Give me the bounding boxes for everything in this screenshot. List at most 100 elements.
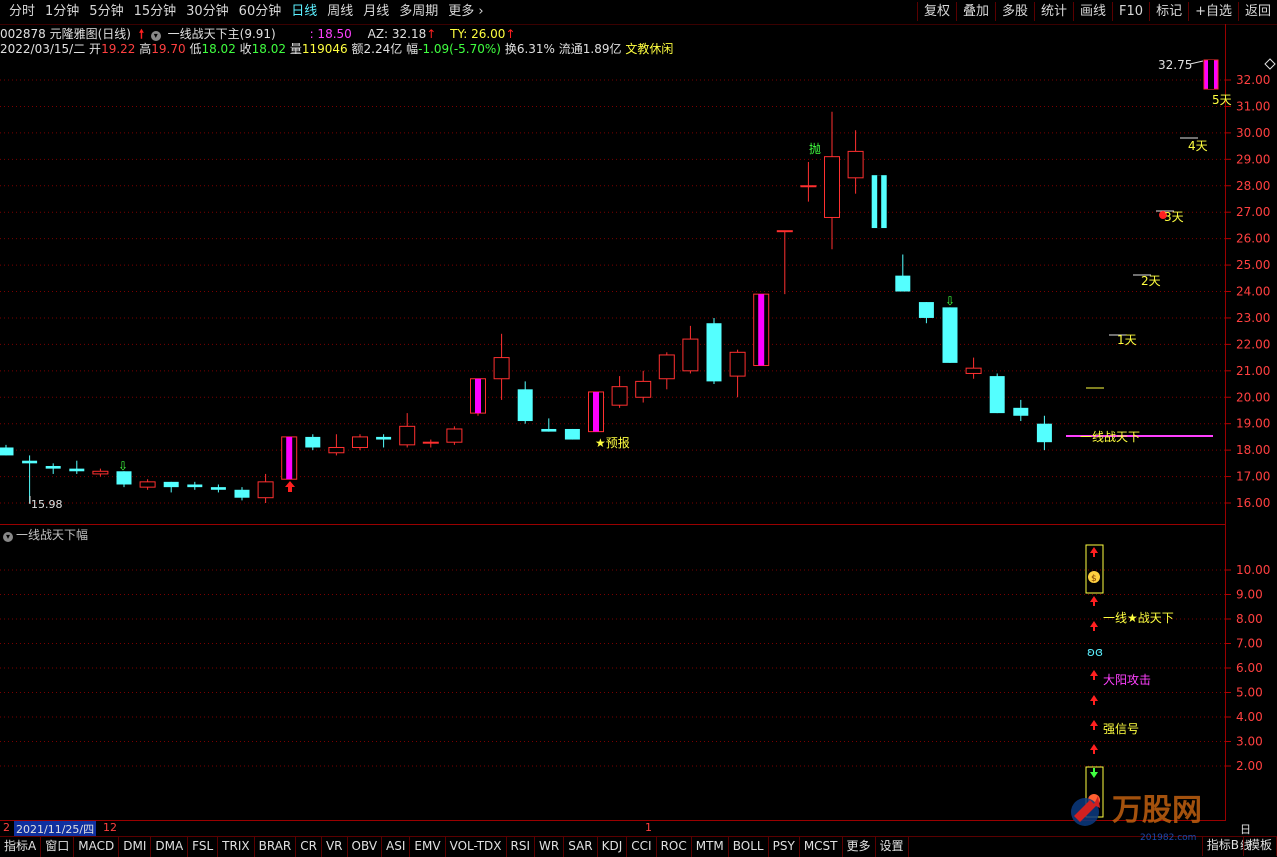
price-axis-label: 30.00 <box>1236 126 1270 140</box>
tab-indicator-a[interactable]: 指标A <box>0 837 42 857</box>
tab-dmi[interactable]: DMI <box>119 837 152 857</box>
draw-line-button[interactable]: 画线 <box>1073 2 1112 21</box>
adjust-button[interactable]: 复权 <box>916 2 956 21</box>
period-tab-monthly[interactable]: 月线 <box>358 3 394 21</box>
back-button[interactable]: 返回 <box>1237 2 1277 21</box>
statistics-button[interactable]: 统计 <box>1034 2 1073 21</box>
tab-boll[interactable]: BOLL <box>729 837 769 857</box>
candle-body <box>116 471 132 485</box>
tab-vol-tdx[interactable]: VOL-TDX <box>446 837 507 857</box>
day-label-1: 1天 <box>1117 333 1137 347</box>
candle-body <box>69 468 85 472</box>
tab-cci[interactable]: CCI <box>627 837 657 857</box>
candle-body <box>918 302 934 318</box>
tab-cr[interactable]: CR <box>296 837 322 857</box>
tab-rsi[interactable]: RSI <box>507 837 536 857</box>
tab-vr[interactable]: VR <box>322 837 348 857</box>
period-tab-daily[interactable]: 日线 <box>286 3 322 21</box>
candle-body <box>210 487 226 490</box>
tab-window[interactable]: 窗口 <box>41 837 75 857</box>
tab-mtm[interactable]: MTM <box>692 837 729 857</box>
up-arrow-icon <box>1090 596 1098 606</box>
candle-body <box>1036 423 1052 443</box>
tab-emv[interactable]: EMV <box>410 837 446 857</box>
overlay-button[interactable]: 叠加 <box>955 2 995 21</box>
candle-body <box>163 481 179 488</box>
tab-fsl[interactable]: FSL <box>188 837 219 857</box>
money-bag-symbol: $ <box>1091 574 1097 584</box>
candle-body <box>376 436 392 440</box>
tab-settings[interactable]: 设置 <box>876 837 909 857</box>
candle-body <box>1013 407 1029 416</box>
period-tab-multi[interactable]: 多周期 <box>394 3 443 21</box>
signal-label-strong: 强信号 <box>1103 722 1139 736</box>
period-tab-15min[interactable]: 15分钟 <box>129 3 182 21</box>
period-tab-60min[interactable]: 60分钟 <box>234 3 287 21</box>
period-toolbar: 分时 1分钟 5分钟 15分钟 30分钟 60分钟 日线 周线 月线 多周期 更… <box>0 0 1277 25</box>
tab-mcst[interactable]: MCST <box>800 837 843 857</box>
candle-body <box>139 481 156 488</box>
sell-signal-label: 抛 <box>809 141 821 156</box>
candle-body <box>635 380 652 398</box>
projection-candle-core <box>1208 60 1214 89</box>
period-tab-30min[interactable]: 30分钟 <box>181 3 234 21</box>
butterfly-icon: ʚɞ <box>1087 645 1103 659</box>
down-arrow-icon <box>1090 768 1098 778</box>
candle-body <box>611 386 628 406</box>
diamond-icon[interactable] <box>1264 58 1276 70</box>
up-arrow-icon <box>1090 744 1098 754</box>
sub-indicator-chart[interactable]: 10.009.008.007.006.005.004.003.002.00 $ … <box>0 524 1277 820</box>
period-tab-more[interactable]: 更多 › <box>443 3 488 21</box>
date-axis-month-1: 1 <box>645 821 652 834</box>
tab-more[interactable]: 更多 <box>843 837 876 857</box>
sub-axis-label: 2.00 <box>1236 759 1263 773</box>
date-axis: 2 2021/11/25/四 12 1 日线 <box>0 821 1251 852</box>
period-tab-fenshi[interactable]: 分时 <box>4 3 40 21</box>
tab-obv[interactable]: OBV <box>348 837 383 857</box>
add-watchlist-button[interactable]: +自选 <box>1188 2 1238 21</box>
candle-body <box>92 470 109 475</box>
day-label-4: 4天 <box>1188 139 1208 153</box>
multi-stock-button[interactable]: 多股 <box>994 2 1034 21</box>
candle-body <box>187 484 203 488</box>
candle-body <box>257 481 274 499</box>
tab-brar[interactable]: BRAR <box>255 837 297 857</box>
price-axis-label: 16.00 <box>1236 496 1270 510</box>
candle-body <box>0 447 14 456</box>
candle-body <box>989 376 1005 414</box>
mark-button[interactable]: 标记 <box>1149 2 1188 21</box>
candle-body <box>493 357 510 380</box>
tab-macd[interactable]: MACD <box>74 837 120 857</box>
sub-axis-label: 8.00 <box>1236 612 1263 626</box>
period-tab-1min[interactable]: 1分钟 <box>40 3 84 21</box>
candle-body <box>682 338 699 372</box>
buy-arrow-icon <box>285 481 295 492</box>
candlestick-chart[interactable]: 32.00 31.00 30.00 29.00 28.00 27.00 26.00 25.00… <box>0 24 1277 524</box>
signal-label-line: 一线★战天下 <box>1103 611 1174 625</box>
tab-sar[interactable]: SAR <box>564 837 598 857</box>
tab-dma[interactable]: DMA <box>151 837 189 857</box>
price-axis-label: 17.00 <box>1236 470 1270 484</box>
candle-body <box>352 436 368 448</box>
tab-kdj[interactable]: KDJ <box>598 837 628 857</box>
price-axis-label: 23.00 <box>1236 311 1270 325</box>
tab-roc[interactable]: ROC <box>657 837 692 857</box>
candle-body <box>422 441 439 444</box>
tab-psy[interactable]: PSY <box>769 837 800 857</box>
f10-button[interactable]: F10 <box>1112 2 1149 21</box>
projection-markers: 1天 2天 3天 4天 5天 32.75 <box>1086 58 1232 389</box>
candle-body <box>541 428 557 432</box>
candle-body <box>965 367 982 374</box>
day-label-5: 5天 <box>1212 93 1232 107</box>
watermark-logo: 万股网 201982.com <box>1071 793 1202 843</box>
period-tab-weekly[interactable]: 周线 <box>322 3 358 21</box>
period-tab-5min[interactable]: 5分钟 <box>84 3 128 21</box>
tab-trix[interactable]: TRIX <box>218 837 255 857</box>
candle-body <box>776 230 793 233</box>
price-axis-label: 20.00 <box>1236 390 1270 404</box>
tab-wr[interactable]: WR <box>535 837 565 857</box>
tab-asi[interactable]: ASI <box>382 837 411 857</box>
price-axis-label: 24.00 <box>1236 285 1270 299</box>
price-axis-label: 19.00 <box>1236 417 1270 431</box>
candle-body <box>446 428 463 443</box>
